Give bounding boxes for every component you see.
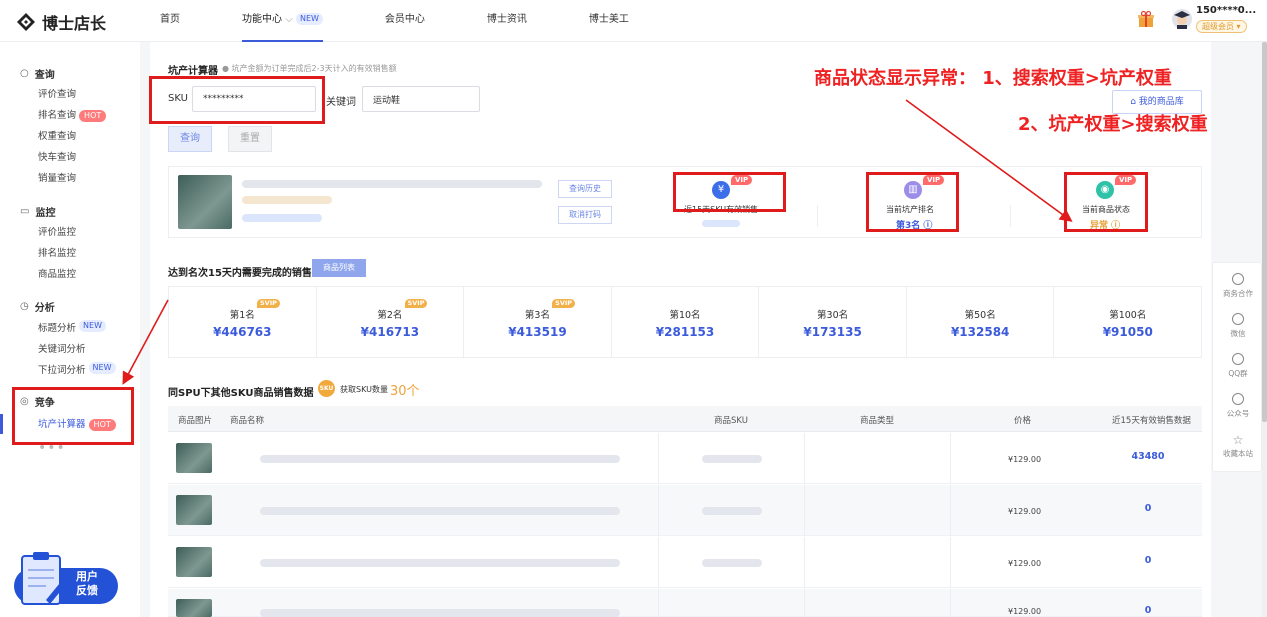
arrow-to-status [905,99,1073,222]
arrow-to-sidebar [122,299,169,385]
annotation-arrows [122,99,1073,385]
